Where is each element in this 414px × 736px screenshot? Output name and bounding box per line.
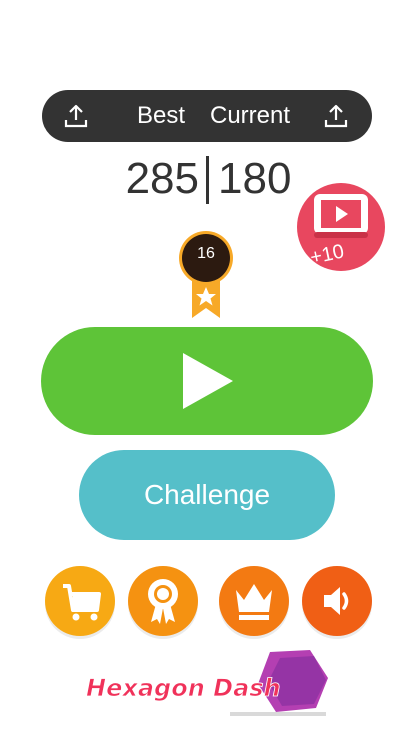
current-label: Current [210, 102, 291, 129]
hexagon-dash-logo: Hexagon Dash [86, 650, 328, 716]
share-icon[interactable] [322, 102, 350, 130]
play-icon [183, 353, 233, 409]
play-button[interactable] [41, 327, 373, 435]
leaderboard-button[interactable] [219, 566, 289, 636]
share-icon[interactable] [62, 102, 90, 130]
award-icon [148, 579, 178, 624]
crown-icon [236, 584, 272, 620]
sound-button[interactable] [302, 566, 372, 636]
cart-icon [63, 584, 101, 621]
logo-text: Hexagon Dash [86, 674, 281, 702]
best-label: Best [137, 102, 186, 129]
video-reward-button[interactable]: +10 [296, 182, 386, 272]
challenge-button[interactable]: Challenge [79, 450, 335, 540]
current-score: 180 [218, 154, 292, 203]
best-score: 285 [125, 154, 199, 203]
shop-button[interactable] [45, 566, 115, 636]
speaker-icon [324, 587, 349, 615]
level-number: 16 [197, 245, 215, 262]
achievements-button[interactable] [128, 566, 198, 636]
video-play-icon [314, 194, 368, 238]
score-header-bar: Best Current [42, 90, 372, 142]
score-divider [206, 156, 209, 204]
